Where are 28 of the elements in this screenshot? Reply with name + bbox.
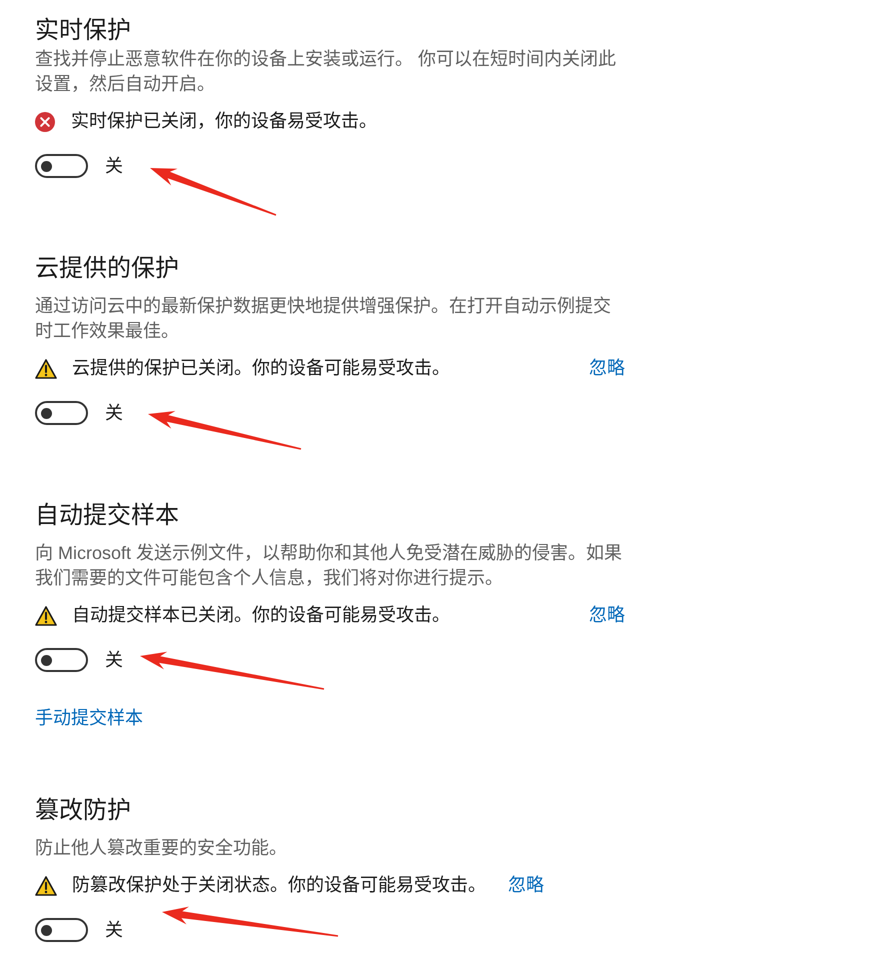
section-title: 自动提交样本: [35, 501, 179, 531]
status-message: 防篡改保护处于关闭状态。你的设备可能易受攻击。: [72, 874, 486, 897]
status-message: 云提供的保护已关闭。你的设备可能易受攻击。: [72, 357, 450, 380]
warning-icon: [35, 876, 57, 896]
section-title: 实时保护: [35, 16, 131, 46]
toggle-switch[interactable]: [35, 154, 88, 178]
toggle-label: 关: [105, 402, 123, 425]
error-icon: [35, 112, 55, 132]
dismiss-link[interactable]: 忽略: [589, 356, 625, 381]
warning-icon: [35, 358, 57, 378]
section-description: 通过访问云中的最新保护数据更快地提供增强保护。在打开自动示例提交时工作效果最佳。: [35, 295, 612, 343]
toggle-label: 关: [105, 649, 123, 672]
section-title: 篡改防护: [35, 796, 131, 826]
status-message: 自动提交样本已关闭。你的设备可能易受攻击。: [72, 604, 450, 627]
text-link[interactable]: 手动提交样本: [35, 706, 143, 731]
toggle-label: 关: [105, 919, 123, 942]
toggle-switch[interactable]: [35, 401, 88, 425]
dismiss-link[interactable]: 忽略: [508, 873, 544, 898]
toggle-label: 关: [105, 155, 123, 178]
section-title: 云提供的保护: [35, 254, 179, 284]
section-description: 向 Microsoft 发送示例文件，以帮助你和其他人免受潜在威胁的侵害。如果我们需要的文件可能包含个人信息，我们将对你进行提示。: [35, 542, 624, 590]
dismiss-link[interactable]: 忽略: [589, 603, 625, 628]
section-description: 防止他人篡改重要的安全功能。: [35, 837, 288, 860]
toggle-switch[interactable]: [35, 918, 88, 942]
section-description: 查找并停止恶意软件在你的设备上安装或运行。 你可以在短时间内关闭此设置，然后自动开启。: [35, 48, 618, 96]
toggle-switch[interactable]: [35, 648, 88, 672]
status-message: 实时保护已关闭，你的设备易受攻击。: [71, 110, 377, 133]
warning-icon: [35, 606, 57, 626]
